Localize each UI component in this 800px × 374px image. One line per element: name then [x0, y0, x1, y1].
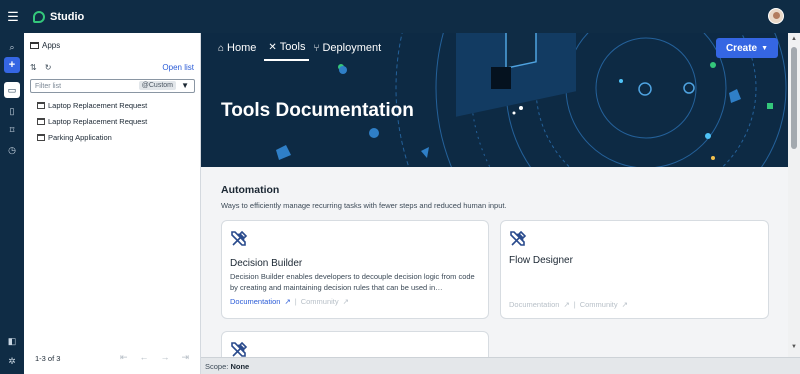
tools-icon [231, 230, 248, 246]
app-icon [37, 102, 45, 109]
card-links: Documentation ↗ | Community ↗ [230, 297, 349, 306]
scroll-thumb[interactable] [791, 47, 797, 149]
collapse-panel-icon[interactable]: ◧ [4, 333, 20, 349]
scroll-up-icon[interactable]: ▲ [791, 36, 797, 42]
prev-page-icon[interactable]: ← [140, 352, 149, 363]
filter-chip[interactable]: @Custom [138, 81, 176, 90]
card-title: Flow Designer [509, 255, 573, 266]
external-link-icon: ↗ [284, 297, 291, 306]
avatar[interactable] [768, 8, 784, 24]
list-item[interactable]: Parking Application [37, 133, 112, 142]
tool-card-flow-designer[interactable]: Flow Designer Documentation ↗ | Communit… [500, 220, 769, 319]
apps-panel: Apps ⇅ ↻ Open list Filter list @Custom ▼… [24, 33, 201, 374]
top-nav: ⌂ Home ✕ Tools ⑂ Deployment [218, 41, 385, 61]
first-page-icon[interactable]: ⇤ [120, 352, 128, 363]
link-separator: | [573, 300, 576, 309]
list-item-label: Laptop Replacement Request [48, 101, 148, 110]
funnel-icon[interactable]: ▼ [181, 81, 189, 90]
documentation-link[interactable]: Documentation [509, 300, 559, 309]
menu-icon[interactable]: ☰ [1, 9, 25, 25]
tab-home[interactable]: ⌂ Home [218, 41, 260, 61]
apps-toolbar: ⇅ ↻ [30, 63, 51, 72]
branch-icon: ⑂ [313, 42, 320, 54]
scope-value: None [230, 362, 250, 371]
documentation-link[interactable]: Documentation [230, 297, 280, 306]
bookmark-icon[interactable]: ⌑ [4, 122, 20, 138]
tab-home-label: Home [227, 42, 257, 54]
tool-card-decision-builder[interactable]: Decision Builder Decision Builder enable… [221, 220, 489, 319]
scope-label: Scope: [205, 362, 229, 371]
app-icon [37, 118, 45, 125]
search-icon[interactable]: ⌕ [4, 39, 20, 55]
community-link[interactable]: Community [580, 300, 618, 309]
left-rail: ⌕ + ▭ ▯ ⌑ ◷ ◧ ✲ [0, 33, 24, 374]
create-button-label: Create [725, 42, 758, 54]
link-separator: | [294, 297, 297, 306]
add-icon[interactable]: + [4, 57, 20, 73]
list-item-label: Laptop Replacement Request [48, 117, 148, 126]
card-title: Decision Builder [230, 258, 303, 269]
filter-placeholder: Filter list [35, 82, 62, 90]
card-links: Documentation ↗ | Community ↗ [509, 300, 628, 309]
tab-tools-label: Tools [279, 41, 306, 53]
history-icon[interactable]: ◷ [4, 142, 20, 158]
home-icon: ⌂ [218, 42, 225, 54]
external-link-icon: ↗ [342, 297, 349, 306]
settings-icon[interactable]: ✲ [4, 353, 20, 369]
tools-icon [510, 230, 527, 246]
page-title: Tools Documentation [221, 100, 414, 121]
tab-deployment-label: Deployment [322, 42, 382, 54]
pager-count: 1-3 of 3 [35, 354, 61, 363]
last-page-icon[interactable]: ⇥ [182, 352, 190, 363]
hero-banner: ⌂ Home ✕ Tools ⑂ Deployment Create ▼ Too… [201, 33, 788, 167]
list-item[interactable]: Laptop Replacement Request [37, 117, 147, 126]
tab-tools[interactable]: ✕ Tools [264, 41, 310, 61]
list-item-label: Parking Application [48, 133, 112, 142]
scroll-down-icon[interactable]: ▼ [791, 344, 797, 350]
document-icon[interactable]: ▯ [4, 103, 20, 119]
sort-icon[interactable]: ⇅ [30, 63, 37, 72]
top-bar: ☰ Studio [0, 0, 800, 33]
tab-deployment[interactable]: ⑂ Deployment [313, 41, 385, 61]
section-title: Automation [221, 184, 280, 196]
apps-folder-icon [30, 42, 39, 49]
apps-title-text: Apps [42, 41, 61, 50]
scope-bar: Scope: None [201, 357, 800, 374]
logo-mark-icon [33, 10, 45, 23]
external-link-icon: ↗ [563, 300, 570, 309]
next-page-icon[interactable]: → [161, 352, 170, 363]
app-logo[interactable]: Studio [33, 10, 85, 23]
refresh-icon[interactable]: ↻ [45, 63, 52, 72]
section-description: Ways to efficiently manage recurring tas… [221, 201, 507, 210]
list-item[interactable]: Laptop Replacement Request [37, 101, 147, 110]
tools-icon: ✕ [268, 41, 277, 53]
community-link[interactable]: Community [301, 297, 339, 306]
open-list-link[interactable]: Open list [162, 63, 194, 72]
card-description: Decision Builder enables developers to d… [230, 272, 475, 292]
app-name: Studio [50, 10, 85, 23]
create-button[interactable]: Create ▼ [716, 38, 778, 58]
main-content: ⌂ Home ✕ Tools ⑂ Deployment Create ▼ Too… [201, 33, 800, 374]
app-icon [37, 134, 45, 141]
filter-input[interactable]: Filter list @Custom ▼ [30, 79, 195, 93]
scrollbar[interactable]: ▲ ▼ [788, 33, 800, 374]
external-link-icon: ↗ [621, 300, 628, 309]
apps-icon[interactable]: ▭ [4, 82, 20, 98]
apps-panel-title: Apps [30, 41, 60, 50]
chevron-down-icon: ▼ [761, 44, 769, 52]
pager-controls: ⇤ ← → ⇥ [120, 352, 189, 363]
